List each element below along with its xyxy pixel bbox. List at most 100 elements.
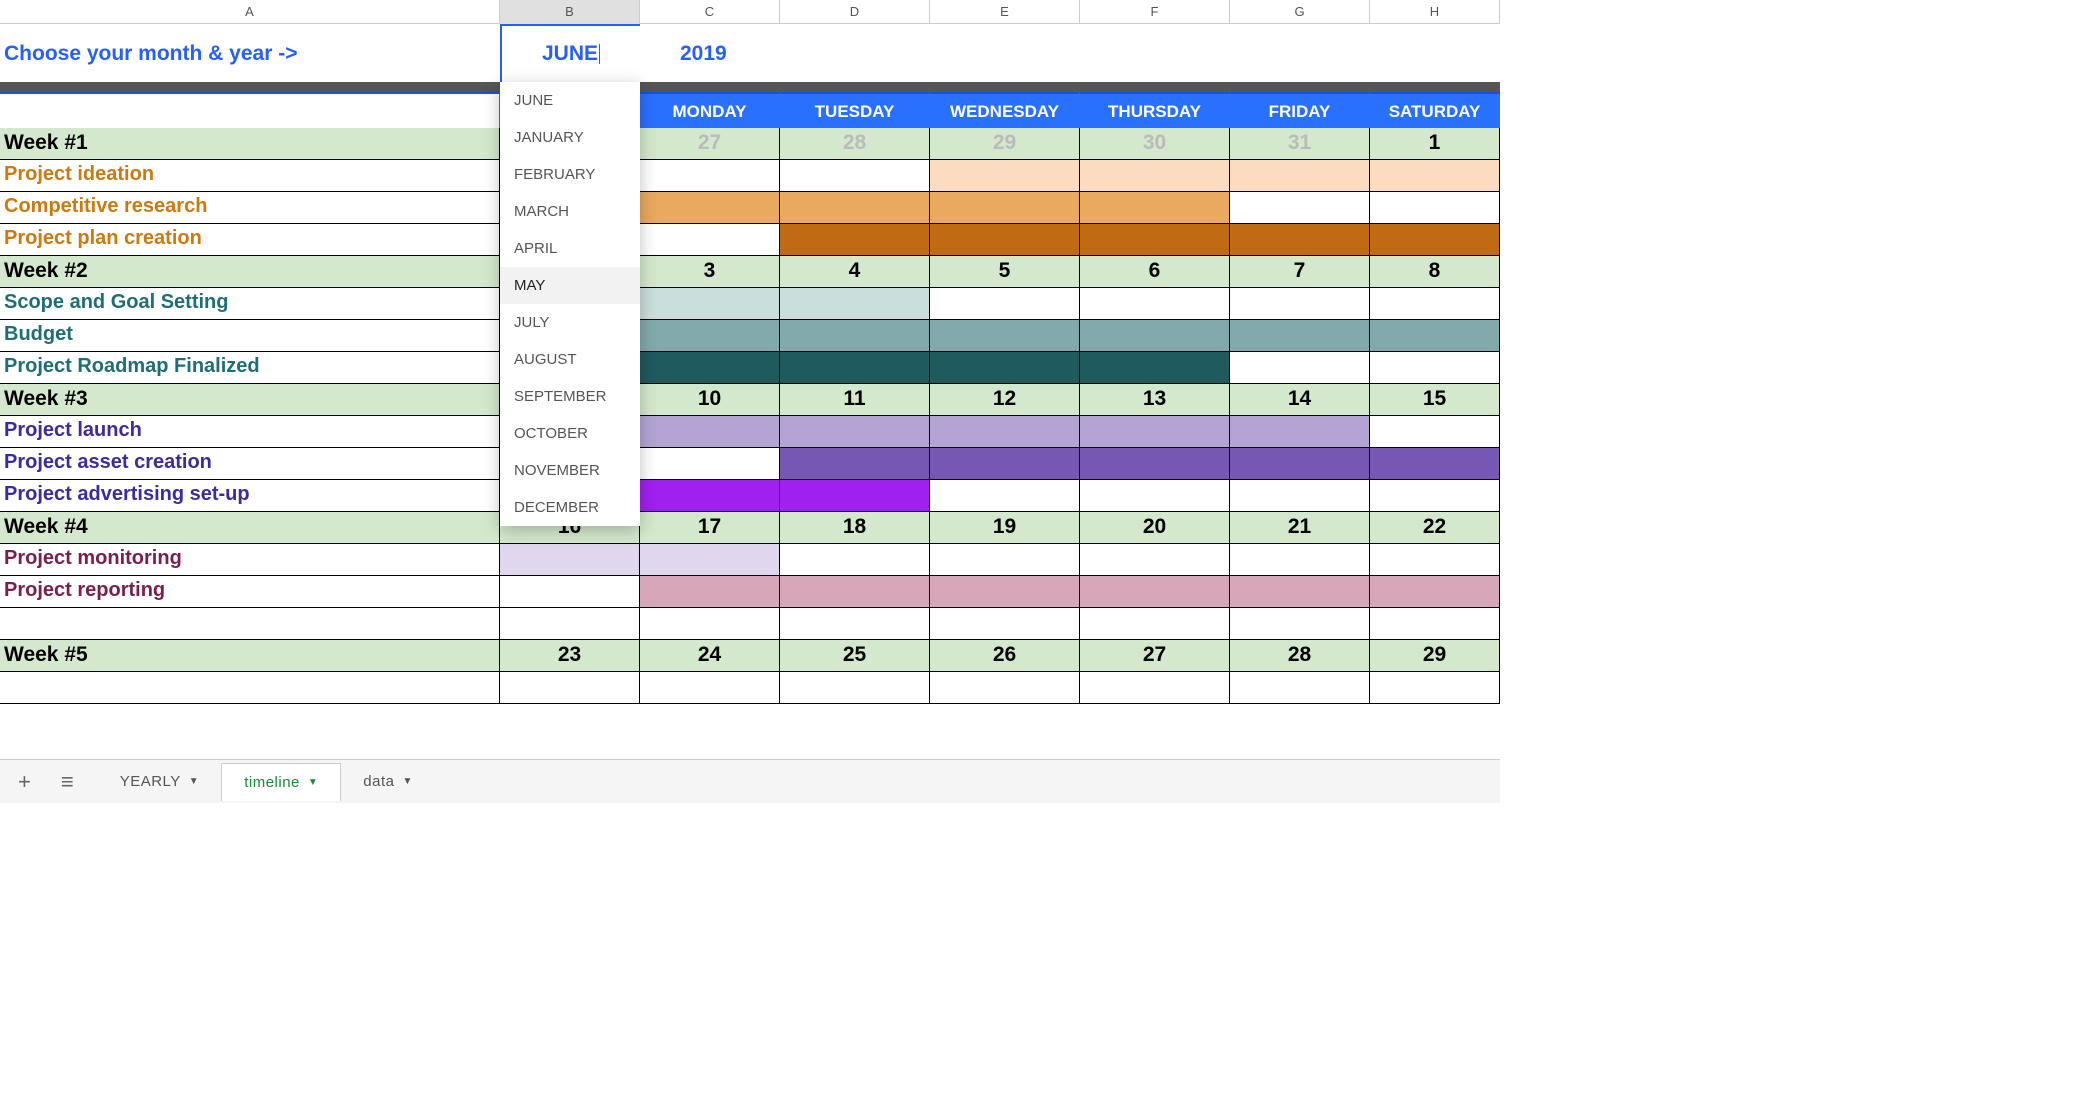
task-cell[interactable] <box>930 480 1080 512</box>
task-cell[interactable] <box>1230 416 1370 448</box>
all-sheets-icon[interactable]: ≡ <box>55 765 80 799</box>
date-cell[interactable]: 25 <box>780 640 930 672</box>
empty-cell[interactable] <box>780 672 930 704</box>
date-cell[interactable]: 28 <box>1230 640 1370 672</box>
empty-cell[interactable] <box>640 672 780 704</box>
date-cell[interactable]: 14 <box>1230 384 1370 416</box>
task-cell[interactable] <box>1370 576 1500 608</box>
empty-cell[interactable] <box>1080 608 1230 640</box>
year-cell[interactable]: 2019 <box>640 24 780 82</box>
task-label[interactable]: Budget <box>0 320 500 352</box>
date-cell[interactable]: 5 <box>930 256 1080 288</box>
task-cell[interactable] <box>1370 352 1500 384</box>
task-cell[interactable] <box>1080 192 1230 224</box>
sheet-tab-yearly[interactable]: YEARLY▼ <box>98 763 222 801</box>
task-cell[interactable] <box>640 352 780 384</box>
task-cell[interactable] <box>640 224 780 256</box>
week-label[interactable]: Week #1 <box>0 128 500 160</box>
task-cell[interactable] <box>780 160 930 192</box>
dropdown-option-july[interactable]: JULY <box>500 304 640 341</box>
date-cell[interactable]: 23 <box>500 640 640 672</box>
task-cell[interactable] <box>780 192 930 224</box>
task-cell[interactable] <box>930 576 1080 608</box>
column-header-H[interactable]: H <box>1370 0 1500 24</box>
task-cell[interactable] <box>640 480 780 512</box>
dropdown-option-march[interactable]: MARCH <box>500 193 640 230</box>
dropdown-option-october[interactable]: OCTOBER <box>500 415 640 452</box>
task-cell[interactable] <box>1230 448 1370 480</box>
date-cell[interactable]: 27 <box>640 128 780 160</box>
task-cell[interactable] <box>780 352 930 384</box>
date-cell[interactable]: 28 <box>780 128 930 160</box>
task-cell[interactable] <box>1370 320 1500 352</box>
caret-down-icon[interactable]: ▼ <box>403 776 413 787</box>
task-cell[interactable] <box>1230 224 1370 256</box>
task-cell[interactable] <box>1230 288 1370 320</box>
task-cell[interactable] <box>1230 576 1370 608</box>
empty-cell[interactable] <box>640 608 780 640</box>
date-cell[interactable]: 4 <box>780 256 930 288</box>
task-cell[interactable] <box>1230 192 1370 224</box>
task-cell[interactable] <box>930 192 1080 224</box>
empty-cell[interactable] <box>780 608 930 640</box>
dropdown-option-august[interactable]: AUGUST <box>500 341 640 378</box>
task-cell[interactable] <box>780 576 930 608</box>
task-cell[interactable] <box>1230 320 1370 352</box>
date-cell[interactable]: 3 <box>640 256 780 288</box>
task-cell[interactable] <box>640 160 780 192</box>
task-cell[interactable] <box>780 416 930 448</box>
dropdown-option-september[interactable]: SEPTEMBER <box>500 378 640 415</box>
column-header-A[interactable]: A <box>0 0 500 24</box>
empty-cell[interactable] <box>930 672 1080 704</box>
week-label[interactable]: Week #3 <box>0 384 500 416</box>
task-cell[interactable] <box>640 192 780 224</box>
add-sheet-icon[interactable]: + <box>12 765 37 799</box>
dropdown-option-december[interactable]: DECEMBER <box>500 489 640 526</box>
date-cell[interactable]: 27 <box>1080 640 1230 672</box>
month-dropdown[interactable]: JUNEJANUARYFEBRUARYMARCHAPRILMAYJULYAUGU… <box>500 82 640 526</box>
date-cell[interactable]: 29 <box>1370 640 1500 672</box>
date-cell[interactable]: 29 <box>930 128 1080 160</box>
date-cell[interactable]: 17 <box>640 512 780 544</box>
column-header-G[interactable]: G <box>1230 0 1370 24</box>
column-header-B[interactable]: B <box>500 0 640 24</box>
date-cell[interactable]: 30 <box>1080 128 1230 160</box>
task-cell[interactable] <box>1230 480 1370 512</box>
task-cell[interactable] <box>1080 576 1230 608</box>
task-cell[interactable] <box>930 320 1080 352</box>
task-label[interactable]: Project reporting <box>0 576 500 608</box>
date-cell[interactable]: 1 <box>1370 128 1500 160</box>
dropdown-option-february[interactable]: FEBRUARY <box>500 156 640 193</box>
task-cell[interactable] <box>1370 416 1500 448</box>
column-header-F[interactable]: F <box>1080 0 1230 24</box>
task-cell[interactable] <box>500 576 640 608</box>
task-label[interactable]: Scope and Goal Setting <box>0 288 500 320</box>
task-cell[interactable] <box>780 448 930 480</box>
task-label[interactable]: Project Roadmap Finalized <box>0 352 500 384</box>
task-cell[interactable] <box>640 416 780 448</box>
month-dropdown-cell[interactable]: JUNE <box>500 24 640 82</box>
dropdown-option-june[interactable]: JUNE <box>500 82 640 119</box>
task-cell[interactable] <box>1370 448 1500 480</box>
caret-down-icon[interactable]: ▼ <box>189 776 199 787</box>
task-cell[interactable] <box>500 544 640 576</box>
date-cell[interactable]: 12 <box>930 384 1080 416</box>
date-cell[interactable]: 22 <box>1370 512 1500 544</box>
empty-cell[interactable] <box>500 672 640 704</box>
dropdown-option-november[interactable]: NOVEMBER <box>500 452 640 489</box>
week-label[interactable]: Week #4 <box>0 512 500 544</box>
date-cell[interactable]: 26 <box>930 640 1080 672</box>
empty-cell[interactable] <box>1230 608 1370 640</box>
task-cell[interactable] <box>1080 448 1230 480</box>
task-cell[interactable] <box>780 224 930 256</box>
date-cell[interactable]: 13 <box>1080 384 1230 416</box>
task-label[interactable]: Project monitoring <box>0 544 500 576</box>
task-cell[interactable] <box>930 160 1080 192</box>
date-cell[interactable]: 24 <box>640 640 780 672</box>
empty-cell[interactable] <box>930 608 1080 640</box>
task-cell[interactable] <box>1230 352 1370 384</box>
task-cell[interactable] <box>640 576 780 608</box>
task-cell[interactable] <box>640 288 780 320</box>
task-cell[interactable] <box>1080 416 1230 448</box>
date-cell[interactable]: 10 <box>640 384 780 416</box>
